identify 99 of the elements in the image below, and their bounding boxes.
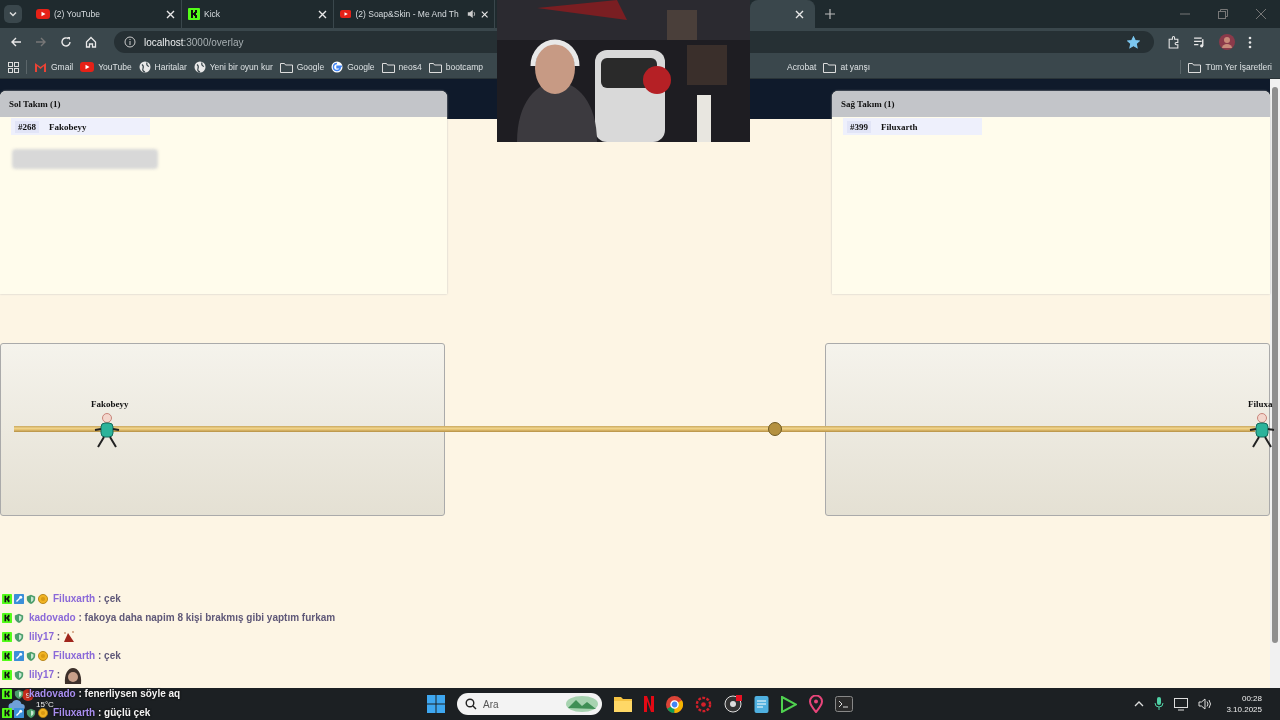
date-text: 3.10.2025 bbox=[1226, 704, 1262, 715]
chat-message: lily17 : bbox=[29, 669, 61, 680]
folder-icon bbox=[428, 61, 442, 73]
shield-badge-icon bbox=[14, 631, 24, 642]
profile-avatar[interactable] bbox=[1219, 34, 1235, 50]
google-icon bbox=[331, 61, 344, 73]
chevron-icon bbox=[8, 9, 18, 19]
menu-icon[interactable] bbox=[1248, 35, 1252, 49]
gear-icon[interactable] bbox=[695, 695, 712, 713]
bookmark[interactable]: bootcamp bbox=[428, 61, 484, 73]
bookmark[interactable]: neos4 bbox=[381, 61, 422, 73]
folder-icon bbox=[1188, 61, 1202, 73]
bookmark[interactable]: Tüm Yer İşaretleri bbox=[1188, 61, 1272, 73]
url-text: localhost:3000/overlay bbox=[144, 36, 244, 48]
play-icon bbox=[80, 62, 95, 72]
player-name: Fakobeyy bbox=[49, 121, 87, 132]
bookmark[interactable]: Google bbox=[331, 61, 375, 73]
kick-logo-icon bbox=[188, 8, 200, 20]
mail-icon bbox=[34, 62, 47, 72]
extension-icon[interactable] bbox=[1167, 35, 1180, 49]
player-figure bbox=[93, 413, 121, 449]
player-label: Fakobeyy bbox=[91, 399, 129, 409]
tab-title: (2) YouTube bbox=[54, 9, 100, 19]
player-figure bbox=[1248, 413, 1276, 449]
shield-badge-icon bbox=[26, 650, 36, 661]
new-tab-icon[interactable] bbox=[825, 9, 835, 19]
pin-icon[interactable] bbox=[809, 695, 823, 713]
restore-icon[interactable] bbox=[1218, 9, 1228, 19]
coin-badge-icon bbox=[38, 593, 48, 604]
folder-icon bbox=[823, 61, 837, 73]
bookmark[interactable]: YouTube bbox=[80, 62, 132, 72]
emote-icon bbox=[62, 629, 77, 644]
team-title: Sol Takım (1) bbox=[9, 99, 61, 109]
bookmark[interactable]: at yanşı bbox=[823, 61, 871, 73]
play-icon bbox=[36, 9, 50, 19]
coin-badge-icon bbox=[38, 650, 48, 661]
shield-badge-icon bbox=[26, 593, 36, 604]
chrome-icon[interactable] bbox=[666, 695, 683, 713]
landscape-icon bbox=[566, 696, 598, 712]
media-icon[interactable] bbox=[1193, 35, 1206, 49]
shield-badge-icon bbox=[14, 669, 24, 680]
notepad-icon[interactable] bbox=[754, 695, 769, 713]
bookmark[interactable]: Acrobat bbox=[787, 62, 817, 72]
terminal-icon[interactable] bbox=[835, 696, 853, 712]
player-number: #268 bbox=[15, 120, 39, 133]
tab-title: Kick bbox=[204, 9, 221, 19]
wrench-badge-icon bbox=[14, 650, 24, 661]
time-text: 00:28 bbox=[1241, 693, 1262, 704]
star-icon[interactable] bbox=[1127, 35, 1140, 49]
apps-icon[interactable] bbox=[8, 61, 19, 73]
folder-icon bbox=[381, 61, 395, 73]
chat-message: Filuxarth : çek bbox=[53, 593, 121, 604]
bookmark[interactable]: Yeni bir oyun kur bbox=[193, 61, 273, 73]
home-icon[interactable] bbox=[85, 36, 97, 48]
kick-badge-icon bbox=[2, 631, 12, 642]
tab-search-button[interactable] bbox=[4, 5, 22, 23]
wrench-badge-icon bbox=[14, 593, 24, 604]
kick-badge-icon bbox=[2, 593, 12, 604]
info-icon bbox=[124, 36, 136, 48]
kick-badge-icon bbox=[2, 669, 12, 680]
player-label: Filuxa bbox=[1248, 399, 1273, 409]
play-icon bbox=[340, 9, 352, 19]
chevron-up-icon[interactable] bbox=[1134, 699, 1145, 709]
temperature-text: 15°C bbox=[36, 699, 54, 709]
player-number: #399 bbox=[847, 120, 871, 133]
shield-badge-icon bbox=[14, 688, 24, 699]
reload-icon[interactable] bbox=[60, 36, 72, 48]
tab-title: (2) Soap&Skin - Me And Th bbox=[355, 9, 459, 19]
record-icon[interactable] bbox=[724, 695, 742, 713]
kick-badge-icon bbox=[2, 612, 12, 623]
chat-message: Filuxarth : güçlü çek bbox=[53, 707, 151, 718]
globe-icon bbox=[193, 61, 206, 73]
folder-icon bbox=[279, 61, 293, 73]
chat-message: Filuxarth : çek bbox=[53, 650, 121, 661]
player-name: Filuxarth bbox=[881, 121, 918, 132]
team-title: Sağ Takım (1) bbox=[841, 99, 895, 109]
shield-badge-icon bbox=[14, 612, 24, 623]
play-icon[interactable] bbox=[781, 695, 797, 713]
coin-badge-icon bbox=[38, 707, 48, 718]
microphone-icon[interactable] bbox=[1154, 697, 1165, 711]
scrollbar[interactable] bbox=[1270, 79, 1280, 688]
globe-icon bbox=[138, 61, 151, 73]
wrench-badge-icon bbox=[14, 707, 24, 718]
monitor-icon[interactable] bbox=[1174, 697, 1189, 711]
chat-message: lily17 : bbox=[29, 631, 61, 642]
back-icon[interactable] bbox=[10, 36, 22, 48]
speaker-icon[interactable] bbox=[1198, 698, 1213, 710]
chat-message: kadovado : fakoya daha napim 8 kişi brakmış gibi yaptım furkam bbox=[29, 612, 336, 623]
folder-icon[interactable] bbox=[614, 696, 632, 712]
kick-badge-icon bbox=[2, 688, 12, 699]
shield-badge-icon bbox=[26, 707, 36, 718]
kick-badge-icon bbox=[2, 707, 12, 718]
kick-badge-icon bbox=[2, 650, 12, 661]
search-icon bbox=[465, 698, 477, 710]
bookmark[interactable]: Gmail bbox=[34, 62, 74, 72]
bookmark[interactable]: Google bbox=[279, 61, 325, 73]
clock[interactable]: 00:28 3.10.2025 bbox=[1226, 693, 1262, 715]
windows-start-icon[interactable] bbox=[427, 695, 445, 713]
bookmark[interactable]: Haritalar bbox=[138, 61, 187, 73]
